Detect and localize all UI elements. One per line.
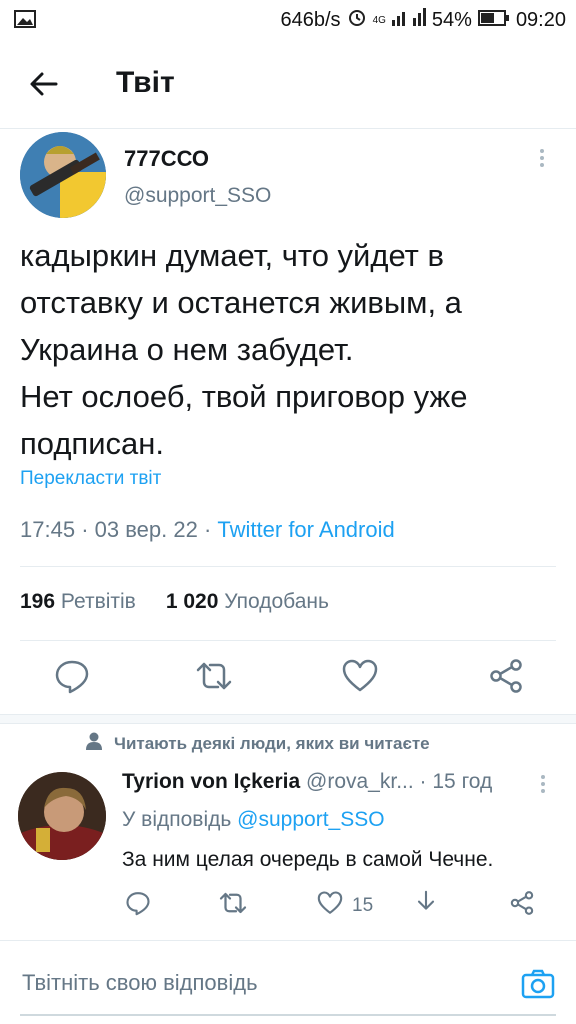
reply-time: · 15 год	[419, 770, 493, 793]
reply-text: За ним целая очередь в самой Чечне.	[122, 848, 494, 871]
tweet-text: кадыркин думает, что уйдет в отставку и …	[20, 238, 468, 461]
status-bar: 646b/s 4G 54% 09:20	[0, 0, 576, 40]
tweet-date: 03 вер. 22	[94, 517, 198, 542]
divider	[0, 940, 576, 941]
reply-like-button[interactable]: 15	[316, 890, 373, 922]
likes-label: Уподобань	[224, 590, 329, 613]
replying-to: У відповідь @support_SSO	[122, 808, 385, 832]
reply-comment-button[interactable]	[124, 890, 152, 922]
comment-icon[interactable]	[52, 656, 92, 696]
stat-spacer	[146, 590, 156, 614]
meta-separator: ·	[203, 517, 218, 542]
alarm-icon	[347, 7, 367, 33]
input-underline	[20, 1014, 556, 1016]
replying-prefix: У відповідь	[122, 808, 232, 831]
retweets-count: 196	[20, 590, 56, 613]
meta-separator: ·	[81, 517, 95, 542]
retweet-icon[interactable]	[194, 656, 234, 696]
reply-actions: 15	[0, 890, 576, 924]
reply-composer	[0, 944, 576, 1024]
camera-icon[interactable]	[520, 966, 556, 1002]
social-context: Читають деякі люди, яких ви читаєте	[86, 732, 430, 755]
reply-share-button[interactable]	[508, 890, 536, 922]
avatar[interactable]	[18, 772, 106, 860]
author-name[interactable]: 777ССО	[124, 146, 209, 172]
mention-link[interactable]: @support_SSO	[237, 808, 384, 831]
tweet-stats: 196 Ретвітів 1 020 Уподобань	[20, 590, 329, 614]
signal-icon	[391, 8, 426, 32]
clock: 09:20	[515, 8, 566, 31]
reply-input[interactable]	[20, 962, 504, 1004]
likes-stat[interactable]: 1 020 Уподобань	[166, 590, 329, 614]
arrow-left-icon[interactable]	[28, 68, 60, 100]
client-link[interactable]: Twitter for Android	[217, 517, 394, 542]
tweet-meta: 17:45 · 03 вер. 22 · Twitter for Android	[20, 517, 395, 543]
comment-icon	[124, 889, 152, 923]
app-bar: Твіт	[0, 40, 576, 129]
likes-count: 1 020	[165, 590, 219, 613]
person-icon	[86, 732, 102, 755]
status-indicators: 646b/s 4G 54% 09:20	[280, 6, 566, 34]
more-vertical-icon[interactable]	[532, 146, 552, 172]
retweets-stat[interactable]: 196 Ретвітів	[20, 590, 136, 614]
reply-download-button[interactable]	[412, 890, 440, 922]
tweet-time: 17:45	[20, 517, 76, 542]
section-separator	[0, 714, 576, 724]
retweet-icon	[218, 888, 248, 924]
heart-icon	[316, 889, 344, 923]
reply-header: Tyrion von Içkeria @rova_kr... · 15 год	[122, 770, 492, 794]
tweet-actions	[0, 656, 576, 696]
heart-icon[interactable]	[340, 656, 380, 696]
author-handle[interactable]: @support_SSO	[124, 184, 271, 208]
reply-author-name[interactable]: Tyrion von Içkeria	[122, 770, 300, 793]
page-title: Твіт	[116, 66, 175, 99]
retweets-label: Ретвітів	[60, 590, 136, 613]
network-type: 4G	[372, 14, 386, 26]
download-icon	[412, 889, 440, 923]
battery-percent: 54%	[431, 8, 472, 31]
share-icon	[508, 889, 536, 923]
avatar[interactable]	[20, 132, 106, 218]
network-speed: 646b/s	[280, 8, 341, 31]
divider	[20, 640, 556, 641]
gallery-notification-icon	[14, 10, 36, 28]
reply-author-handle[interactable]: @rova_kr...	[306, 770, 414, 793]
divider	[20, 566, 556, 567]
share-icon[interactable]	[486, 656, 526, 696]
social-context-text: Читають деякі люди, яких ви читаєте	[114, 733, 430, 753]
reply-likes-count: 15	[352, 895, 374, 916]
reply-retweet-button[interactable]	[218, 890, 248, 922]
more-vertical-icon[interactable]	[534, 772, 552, 798]
battery-icon	[477, 9, 510, 32]
translate-link[interactable]: Перекласти твіт	[20, 468, 161, 490]
